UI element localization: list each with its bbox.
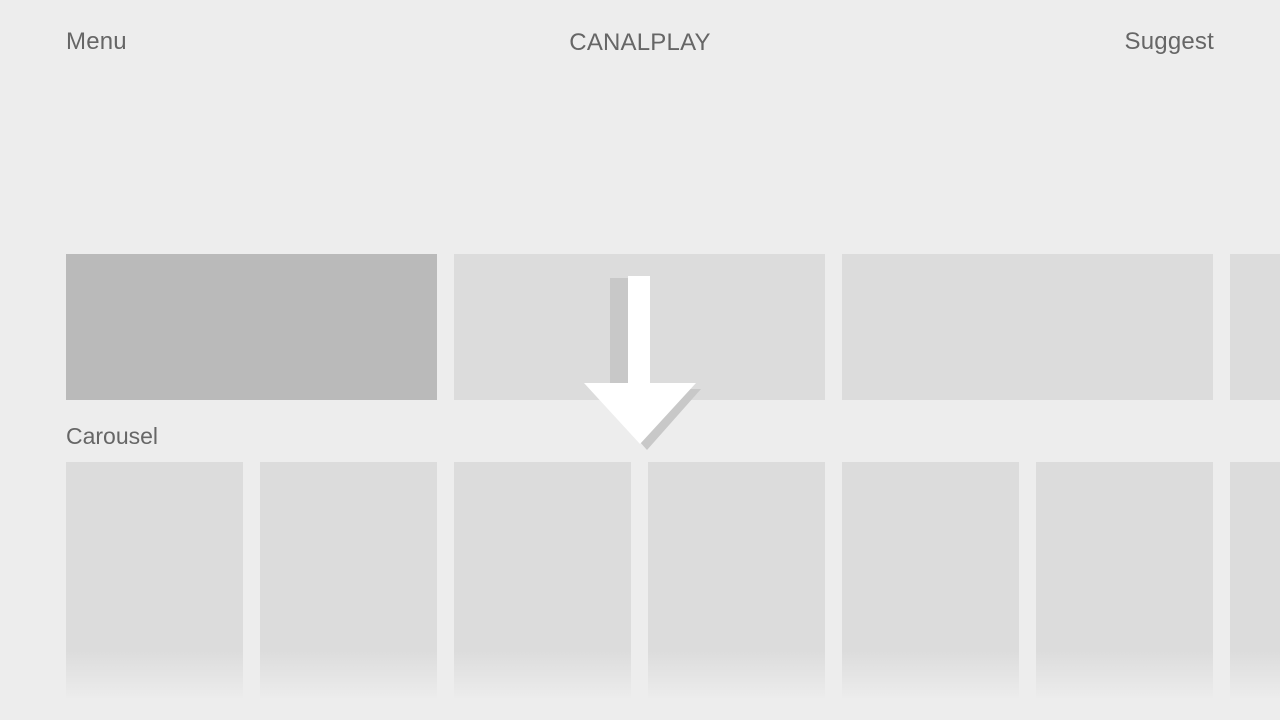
carousel-tile[interactable] bbox=[1230, 462, 1280, 698]
carousel-tile[interactable] bbox=[842, 462, 1019, 698]
carousel-tile[interactable] bbox=[260, 462, 437, 698]
featured-tile[interactable] bbox=[66, 254, 437, 400]
carousel-tile[interactable] bbox=[648, 462, 825, 698]
carousel-tile[interactable] bbox=[454, 462, 631, 698]
featured-tile[interactable] bbox=[842, 254, 1213, 400]
carousel-title: Carousel bbox=[66, 423, 159, 449]
featured-tile[interactable] bbox=[454, 254, 825, 400]
featured-tile[interactable] bbox=[1230, 254, 1280, 400]
carousel-tile[interactable] bbox=[1036, 462, 1213, 698]
suggest-button[interactable]: Suggest bbox=[1125, 28, 1214, 56]
carousel-tile[interactable] bbox=[66, 462, 243, 698]
brand-title: CANALPLAY bbox=[569, 29, 711, 56]
app-screen: Menu CANALPLAY Suggest Carousel bbox=[0, 0, 1280, 720]
